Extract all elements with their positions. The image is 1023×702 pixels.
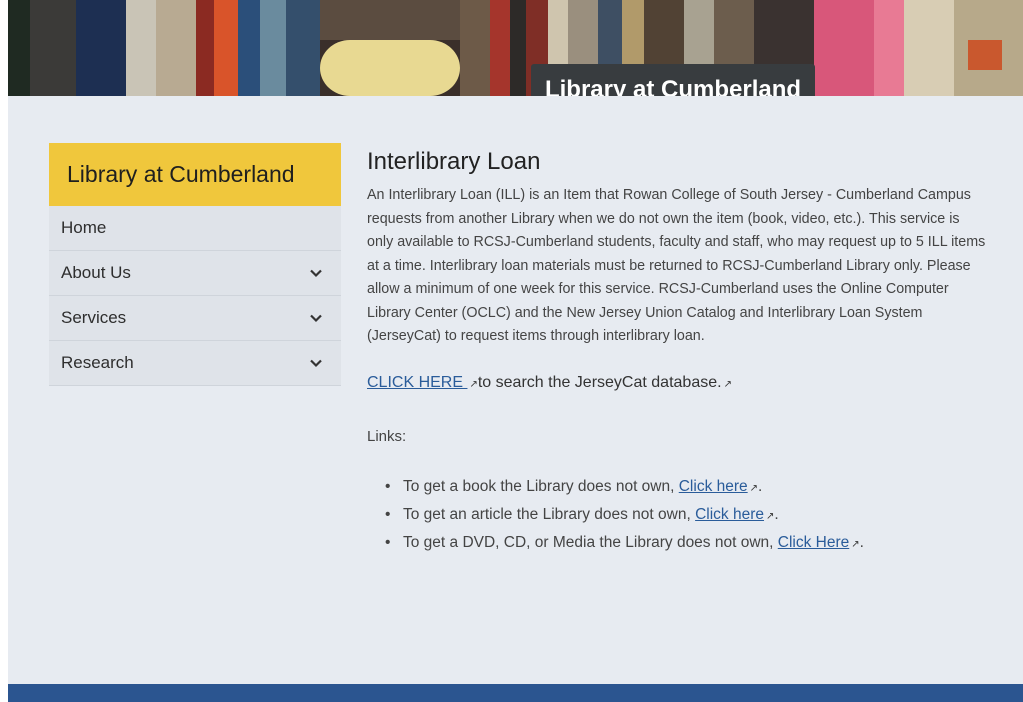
chevron-down-icon xyxy=(310,314,322,323)
sidebar-item-label: About Us xyxy=(61,263,131,282)
chevron-down-icon xyxy=(310,359,322,368)
media-request-link[interactable]: Click Here xyxy=(778,534,849,551)
list-item-text: To get a book the Library does not own, xyxy=(403,477,679,495)
list-item: To get a book the Library does not own, … xyxy=(385,477,987,506)
chevron-down-icon xyxy=(310,269,322,278)
sidebar-heading: Library at Cumberland xyxy=(49,143,341,206)
main-content: Interlibrary Loan An Interlibrary Loan (… xyxy=(367,148,987,562)
external-link-icon: ↗ xyxy=(469,378,478,390)
intro-paragraph: An Interlibrary Loan (ILL) is an Item th… xyxy=(367,187,986,344)
list-item-text: To get a DVD, CD, or Media the Library d… xyxy=(403,533,778,551)
external-link-icon: ↗ xyxy=(723,378,732,390)
sidebar-item-label: Home xyxy=(61,218,107,237)
jerseycat-link[interactable]: CLICK HERE xyxy=(367,374,467,391)
sidebar-item-services[interactable]: Services xyxy=(49,296,341,341)
sidebar-item-label: Research xyxy=(61,353,134,372)
sidebar-item-about-us[interactable]: About Us xyxy=(49,251,341,296)
page: Library at Cumberland Library at Cumberl… xyxy=(8,0,1023,702)
cta-text: to search the JerseyCat database. xyxy=(477,373,722,391)
page-title: Interlibrary Loan xyxy=(367,148,541,175)
sidebar-item-home[interactable]: Home xyxy=(49,206,341,251)
links-label: Links: xyxy=(367,427,407,445)
external-link-icon: ↗ xyxy=(851,538,860,550)
banner-image xyxy=(8,0,1023,96)
jerseycat-cta: CLICK HERE ↗to search the JerseyCat data… xyxy=(367,374,987,392)
sidebar-nav: Library at Cumberland Home About Us Serv… xyxy=(49,143,341,386)
banner-title: Library at Cumberland xyxy=(531,64,815,96)
header-banner: Library at Cumberland xyxy=(8,0,1023,96)
list-item: To get an article the Library does not o… xyxy=(385,505,987,534)
sidebar-item-research[interactable]: Research xyxy=(49,341,341,386)
links-list: To get a book the Library does not own, … xyxy=(385,477,987,562)
external-link-icon: ↗ xyxy=(766,510,775,522)
article-request-link[interactable]: Click here xyxy=(695,506,764,523)
book-request-link[interactable]: Click here xyxy=(679,478,748,495)
external-link-icon: ↗ xyxy=(749,482,759,494)
sidebar-item-label: Services xyxy=(61,308,127,327)
list-item-text: To get an article the Library does not o… xyxy=(403,505,696,523)
footer-bar xyxy=(8,684,1023,702)
list-item: To get a DVD, CD, or Media the Library d… xyxy=(385,533,987,562)
